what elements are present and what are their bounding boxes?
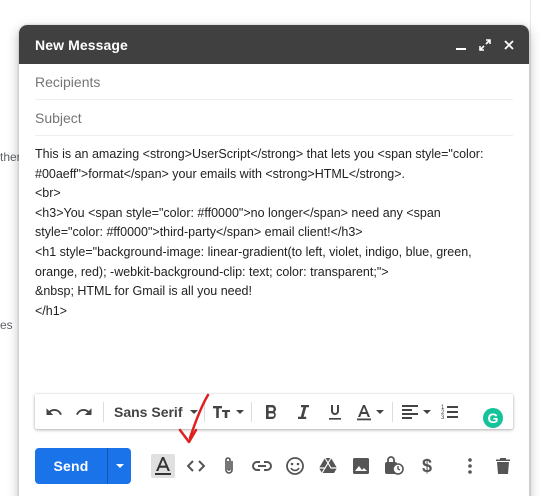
subject-input[interactable]: [35, 109, 513, 126]
toolbar-separator: [392, 401, 394, 422]
compose-header: New Message: [19, 25, 529, 64]
background-text-fragment: ther: [0, 150, 21, 164]
chevron-down-icon: [376, 409, 385, 414]
chevron-down-icon: [190, 409, 199, 414]
close-icon[interactable]: [501, 37, 517, 53]
body-line: #00aeff">format</span> your emails with …: [35, 166, 406, 181]
chevron-down-icon: [423, 409, 432, 414]
background-text-fragment: es: [0, 318, 13, 332]
recipients-input[interactable]: [35, 73, 513, 90]
background-divider: [530, 0, 531, 496]
gmail-page: ther es New Message This is an: [0, 0, 546, 496]
recipients-field[interactable]: [35, 64, 513, 100]
body-line: orange, red); -webkit-background-clip: t…: [35, 264, 389, 279]
body-line: &nbsp; HTML for Gmail is all you need!: [35, 284, 252, 299]
subject-field[interactable]: [35, 100, 513, 136]
compose-title: New Message: [35, 36, 128, 53]
body-line: </h1>: [35, 303, 67, 318]
chevron-down-icon: [115, 464, 124, 468]
body-line: <h3>You <span style="color: #ff0000">no …: [35, 205, 441, 220]
redo-icon[interactable]: [71, 399, 97, 425]
emoji-icon[interactable]: [283, 454, 307, 478]
undo-icon[interactable]: [41, 399, 67, 425]
compose-window: New Message This is an amazing <strong>U…: [19, 25, 529, 496]
bold-icon[interactable]: [258, 399, 284, 425]
money-icon[interactable]: $: [415, 454, 439, 478]
align-icon[interactable]: [399, 399, 433, 425]
font-family-select[interactable]: Sans Serif: [110, 399, 199, 425]
body-line: This is an amazing <strong>UserScript</s…: [35, 147, 484, 161]
formatting-options-icon[interactable]: [151, 454, 175, 478]
html-code-icon[interactable]: [184, 454, 208, 478]
send-button[interactable]: Send: [35, 448, 107, 484]
toolbar-separator: [103, 401, 104, 422]
font-name-label: Sans Serif: [114, 403, 183, 420]
attach-icon[interactable]: [217, 454, 241, 478]
underline-icon[interactable]: [322, 399, 348, 425]
message-body[interactable]: This is an amazing <strong>UserScript</s…: [35, 145, 515, 321]
minimize-icon[interactable]: [453, 37, 469, 53]
send-button-group: Send: [35, 448, 131, 484]
italic-icon[interactable]: [290, 399, 316, 425]
trash-icon[interactable]: [491, 454, 515, 478]
svg-text:3: 3: [441, 415, 445, 421]
photo-icon[interactable]: [349, 454, 373, 478]
numbered-list-icon[interactable]: 123: [437, 399, 463, 425]
body-line: <br>: [35, 186, 61, 201]
grammarly-icon[interactable]: G: [483, 408, 503, 428]
body-line: style="color: #ff0000">third-party</span…: [35, 225, 363, 240]
confidential-icon[interactable]: [382, 454, 406, 478]
drive-icon[interactable]: [316, 454, 340, 478]
popout-icon[interactable]: [477, 37, 493, 53]
send-options-button[interactable]: [107, 448, 131, 484]
link-icon[interactable]: [250, 454, 274, 478]
body-line: <h1 style="background-image: linear-grad…: [35, 244, 472, 259]
chevron-down-icon: [236, 409, 245, 414]
text-color-icon[interactable]: [354, 399, 386, 425]
toolbar-separator: [251, 401, 253, 422]
money-symbol: $: [421, 455, 432, 476]
formatting-toolbar: Sans Serif 1 2 3: [35, 394, 513, 429]
text-size-icon[interactable]: [211, 399, 245, 425]
more-options-icon[interactable]: [458, 454, 482, 478]
compose-action-bar: Send $: [35, 448, 515, 484]
toolbar-separator: [204, 401, 206, 422]
